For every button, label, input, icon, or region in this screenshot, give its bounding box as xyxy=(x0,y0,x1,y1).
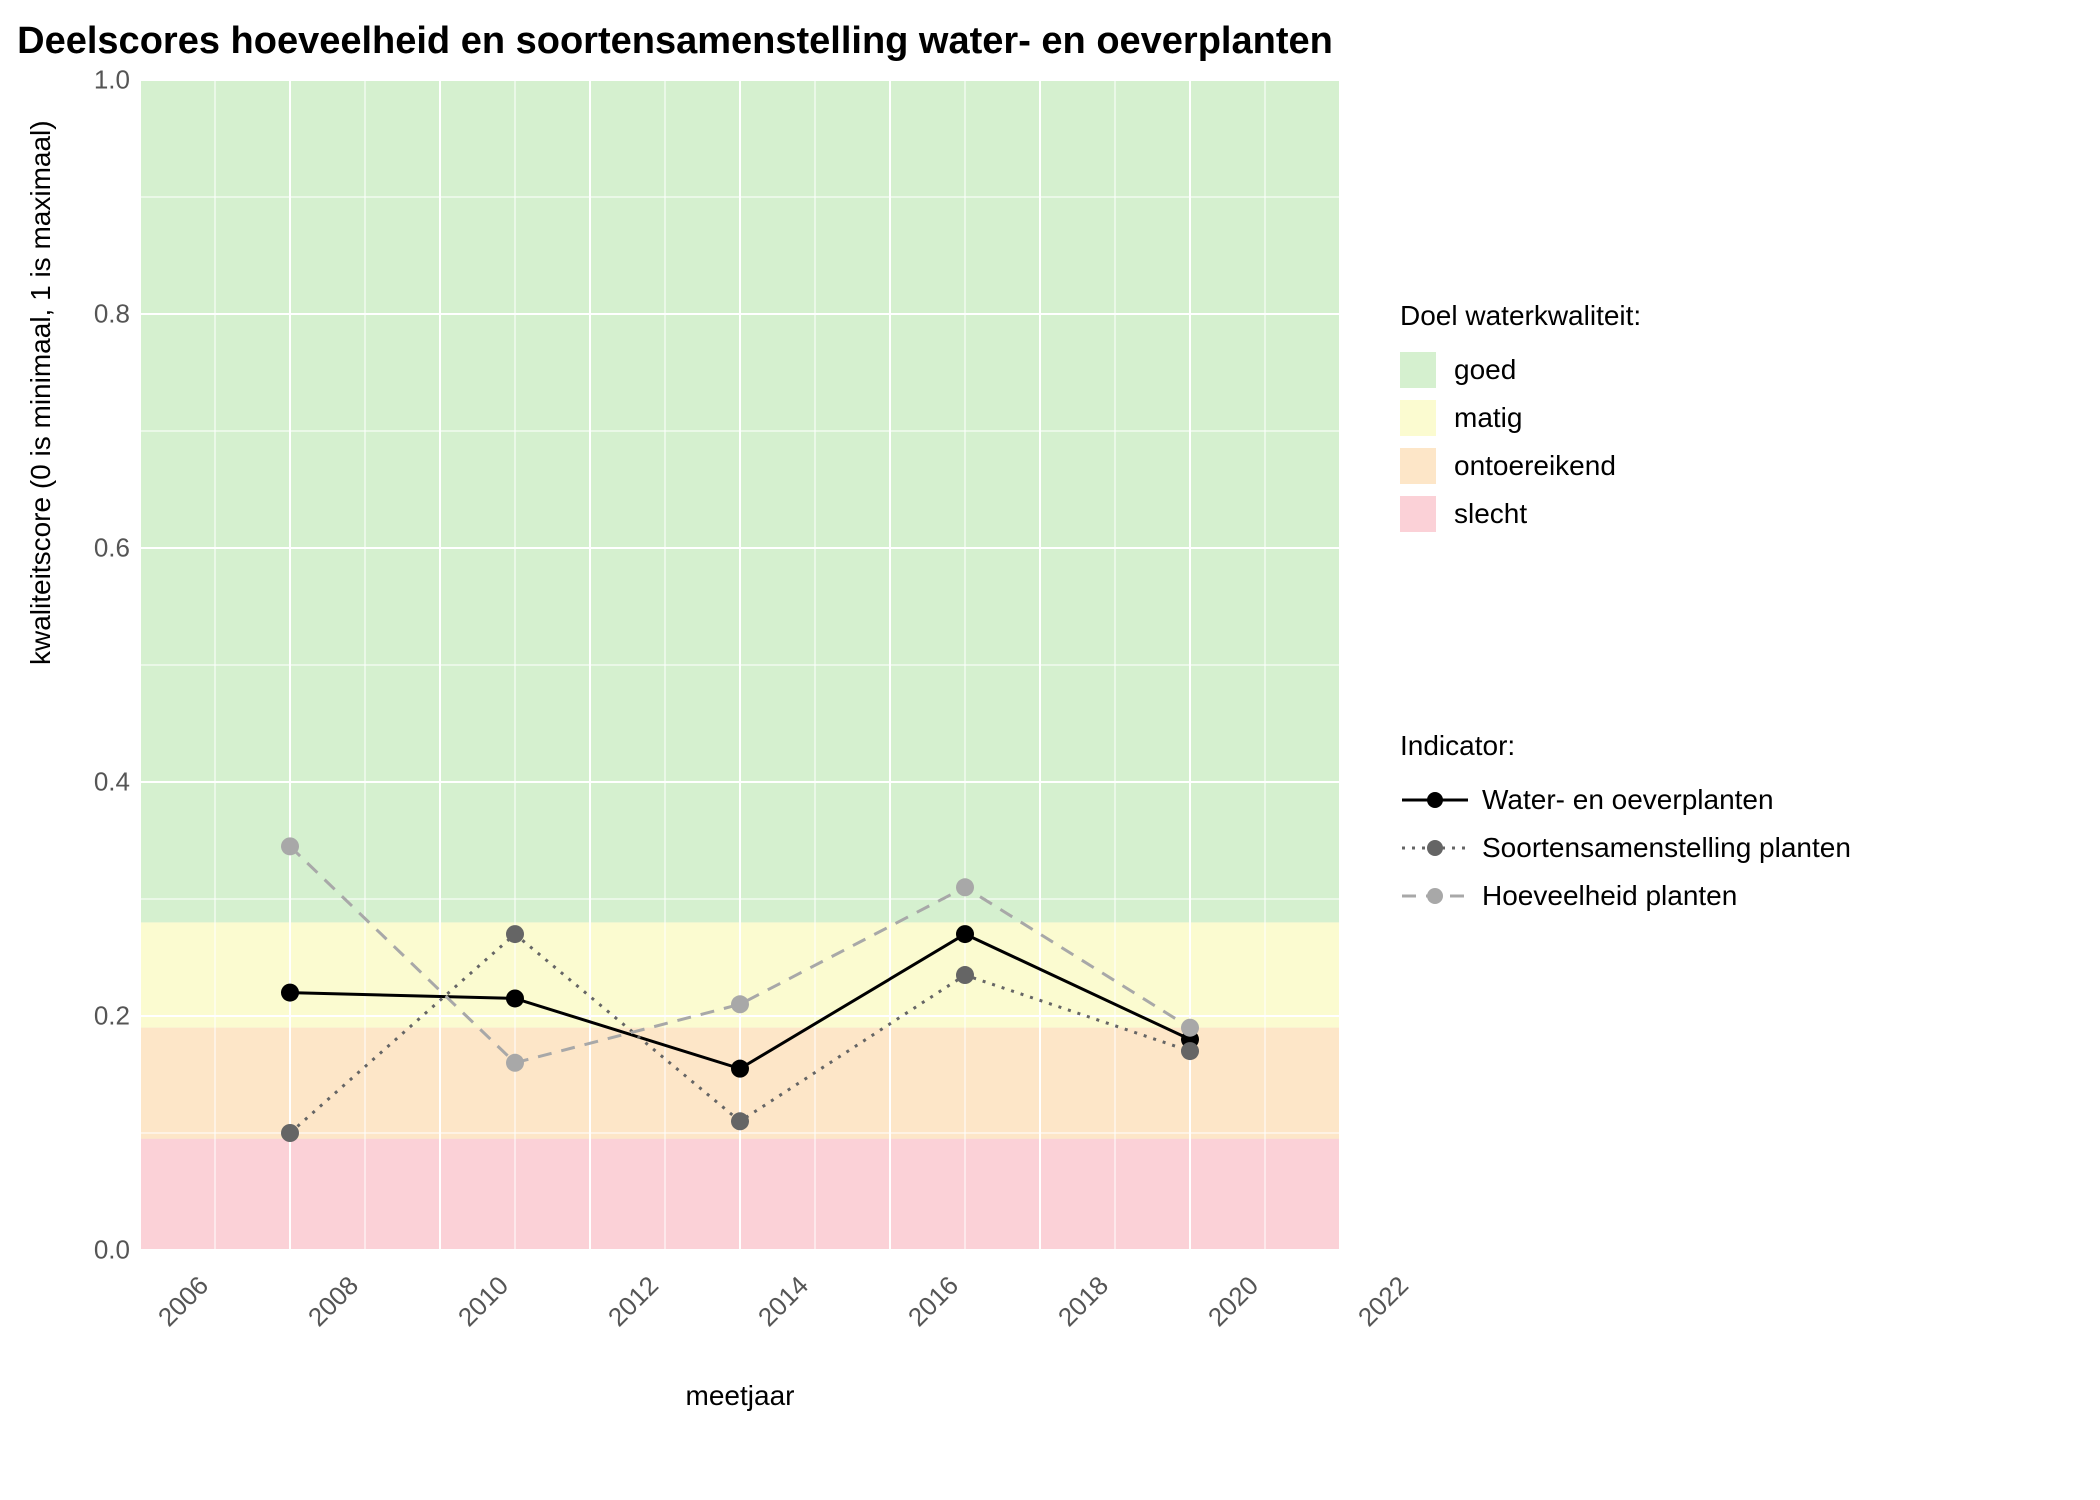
x-tick-label: 2010 xyxy=(452,1270,515,1333)
y-tick-label: 0.0 xyxy=(0,1235,130,1266)
x-tick-label: 2006 xyxy=(152,1270,215,1333)
legend-series-label: Hoeveelheid planten xyxy=(1482,880,1737,912)
legend-series-title: Indicator: xyxy=(1400,730,1851,762)
legend-band-label: slecht xyxy=(1454,498,1527,530)
legend-swatch-icon xyxy=(1400,400,1436,436)
y-tick-label: 0.6 xyxy=(0,533,130,564)
legend-line-icon xyxy=(1400,782,1470,818)
legend-band-item: goed xyxy=(1400,352,1641,388)
x-tick-label: 2020 xyxy=(1202,1270,1265,1333)
legend-series-label: Soortensamenstelling planten xyxy=(1482,832,1851,864)
legend-line-icon xyxy=(1400,830,1470,866)
x-tick-label: 2022 xyxy=(1352,1270,1415,1333)
y-tick-label: 0.2 xyxy=(0,1001,130,1032)
legend-band-label: goed xyxy=(1454,354,1516,386)
legend-series-item: Hoeveelheid planten xyxy=(1400,878,1851,914)
y-tick-label: 1.0 xyxy=(0,65,130,96)
x-tick-label: 2014 xyxy=(752,1270,815,1333)
legend-band-item: matig xyxy=(1400,400,1641,436)
legend-band-label: matig xyxy=(1454,402,1522,434)
legend-swatch-icon xyxy=(1400,352,1436,388)
legend-series-item: Soortensamenstelling planten xyxy=(1400,830,1851,866)
chart-container: Deelscores hoeveelheid en soortensamenst… xyxy=(0,0,2100,1500)
chart-title: Deelscores hoeveelheid en soortensamenst… xyxy=(0,20,1350,63)
legend-series: Indicator: Water- en oeverplanten Soorten… xyxy=(1400,730,1851,926)
x-axis-label: meetjaar xyxy=(140,1380,1340,1412)
legend-line-icon xyxy=(1400,878,1470,914)
x-tick-label: 2008 xyxy=(302,1270,365,1333)
plot-area xyxy=(140,80,1340,1250)
legend-swatch-icon xyxy=(1400,448,1436,484)
legend-band-label: ontoereikend xyxy=(1454,450,1616,482)
legend-swatch-icon xyxy=(1400,496,1436,532)
y-tick-label: 0.8 xyxy=(0,299,130,330)
legend-series-label: Water- en oeverplanten xyxy=(1482,784,1774,816)
x-tick-label: 2012 xyxy=(602,1270,665,1333)
legend-bands-title: Doel waterkwaliteit: xyxy=(1400,300,1641,332)
legend-bands: Doel waterkwaliteit: goed matig ontoereike… xyxy=(1400,300,1641,544)
y-axis-label: kwaliteitscore (0 is minimaal, 1 is maxi… xyxy=(25,120,57,665)
x-tick-label: 2016 xyxy=(902,1270,965,1333)
y-tick-label: 0.4 xyxy=(0,767,130,798)
legend-series-item: Water- en oeverplanten xyxy=(1400,782,1851,818)
legend-band-item: slecht xyxy=(1400,496,1641,532)
x-tick-label: 2018 xyxy=(1052,1270,1115,1333)
legend-band-item: ontoereikend xyxy=(1400,448,1641,484)
